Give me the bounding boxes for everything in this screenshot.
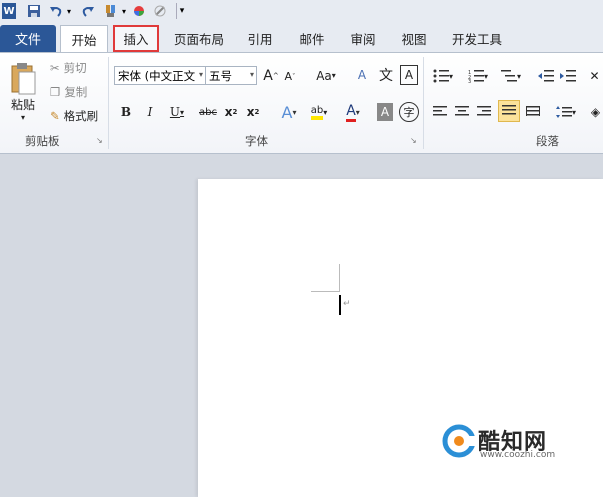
change-case-button[interactable]: Aa ▾ — [313, 66, 339, 85]
color-wheel-icon[interactable] — [132, 3, 146, 19]
grow-font-button[interactable]: A ^ — [262, 66, 280, 85]
underline-button[interactable]: U ▾ — [164, 102, 190, 122]
justify-button[interactable] — [498, 100, 520, 122]
ribbon-home: 粘贴 ▾ ✂ 剪切 ❐ 复制 ✎ 格式刷 剪贴板 ↘ 宋体 (中文正文 ▾ 五号 ▾ A ^… — [0, 52, 603, 154]
clear-format-button[interactable]: A — [352, 65, 372, 85]
superscript-button[interactable]: x2 — [244, 102, 262, 122]
divider — [108, 57, 109, 149]
multilevel-list-button[interactable]: ▾ — [498, 66, 524, 86]
word-app-icon: W — [2, 3, 16, 19]
distribute-button[interactable] — [524, 102, 542, 122]
save-icon[interactable] — [26, 3, 42, 19]
font-launcher-icon[interactable]: ↘ — [410, 136, 417, 145]
increase-indent-button[interactable] — [559, 66, 577, 86]
chinese-layout-button[interactable]: ✕ — [586, 66, 603, 86]
font-color-button[interactable]: A ▾ — [340, 101, 366, 123]
tab-references[interactable]: 引用 — [240, 25, 280, 52]
line-spacing-button[interactable]: ▾ — [553, 102, 579, 122]
distribute-icon — [526, 106, 540, 116]
decrease-indent-button[interactable] — [537, 66, 555, 86]
copy-icon: ❐ — [50, 85, 61, 99]
increase-indent-icon — [560, 70, 576, 82]
paste-icon — [11, 63, 36, 95]
bullets-icon — [433, 69, 449, 83]
tab-home[interactable]: 开始 — [60, 25, 108, 53]
chevron-down-icon: ▾ — [249, 70, 254, 79]
text-cursor — [339, 295, 341, 315]
align-center-button[interactable] — [453, 102, 471, 122]
margin-corner-mark — [339, 264, 340, 292]
char-shading-button[interactable]: A — [377, 103, 393, 121]
text-effects-button[interactable]: A ▾ — [276, 101, 302, 123]
line-spacing-icon — [555, 106, 572, 118]
clipboard-launcher-icon[interactable]: ↘ — [96, 136, 103, 145]
subscript-button[interactable]: x2 — [222, 102, 240, 122]
align-left-icon — [433, 106, 447, 116]
numbering-icon: 123 — [468, 70, 484, 83]
enclose-char-button[interactable]: 字 — [399, 102, 419, 122]
tab-mailings[interactable]: 邮件 — [292, 25, 332, 52]
justify-icon — [502, 105, 516, 115]
qat-dropdown-icon[interactable]: ▾ — [120, 3, 128, 19]
paste-button[interactable]: 粘贴 ▾ — [6, 57, 40, 127]
pen-icon[interactable] — [153, 3, 167, 19]
decrease-indent-icon — [538, 70, 554, 82]
font-group-label: 字体 — [245, 134, 268, 148]
coozhi-logo-icon — [442, 424, 476, 458]
undo-dropdown-icon[interactable]: ▾ — [65, 3, 73, 19]
ribbon-tab-bar: 文件 开始 插入 页面布局 引用 邮件 审阅 视图 开发工具 — [0, 22, 603, 53]
watermark-url: www.coozhi.com — [480, 450, 556, 460]
font-size-combo[interactable]: 五号 ▾ — [205, 66, 257, 85]
format-painter-icon: ✎ — [50, 109, 60, 123]
bold-button[interactable]: B — [117, 102, 135, 122]
paragraph-mark-icon: ↵ — [343, 299, 351, 309]
bullets-button[interactable]: ▾ — [430, 66, 456, 86]
divider — [423, 57, 424, 149]
undo-icon[interactable] — [48, 3, 64, 19]
customize-qat-icon[interactable]: ▾ — [176, 3, 187, 19]
paragraph-group-label: 段落 — [536, 134, 559, 148]
numbering-button[interactable]: 1 2 3 ▾ — [465, 66, 491, 86]
shrink-font-button[interactable]: Aˇ — [282, 68, 298, 85]
redo-icon[interactable] — [80, 3, 96, 19]
align-right-icon — [477, 106, 491, 116]
format-brush-icon[interactable] — [103, 3, 119, 19]
char-border-button[interactable]: A — [400, 65, 418, 85]
cut-button[interactable]: ✂ 剪切 — [50, 59, 87, 77]
clipboard-group-label: 剪贴板 — [25, 134, 60, 148]
tab-insert[interactable]: 插入 — [113, 25, 159, 52]
tab-view[interactable]: 视图 — [394, 25, 434, 52]
strikethrough-button[interactable]: abc — [197, 102, 219, 122]
paste-dropdown-icon[interactable]: ▾ — [21, 113, 25, 122]
font-name-combo[interactable]: 宋体 (中文正文 ▾ — [114, 66, 206, 85]
paste-label: 粘贴 — [10, 98, 35, 112]
tab-page-layout[interactable]: 页面布局 — [168, 25, 230, 52]
copy-button[interactable]: ❐ 复制 — [50, 83, 87, 101]
shading-button[interactable]: ◈ — [588, 102, 603, 122]
margin-corner-mark — [311, 291, 339, 292]
highlight-color-button[interactable]: ab ▾ — [306, 101, 332, 123]
quick-access-toolbar: W ▾ ▾ ▾ — [0, 0, 603, 22]
italic-button[interactable]: I — [141, 102, 159, 122]
scissors-icon: ✂ — [50, 61, 60, 75]
multilevel-list-icon — [500, 70, 517, 82]
tab-review[interactable]: 审阅 — [343, 25, 383, 52]
format-painter-button[interactable]: ✎ 格式刷 — [50, 107, 98, 125]
align-left-button[interactable] — [431, 102, 449, 122]
tab-file[interactable]: 文件 — [0, 25, 56, 52]
phonetic-guide-button[interactable]: 文 — [376, 65, 396, 85]
chevron-down-icon: ▾ — [198, 70, 203, 79]
tab-developer[interactable]: 开发工具 — [446, 25, 508, 52]
svg-text:3: 3 — [468, 79, 471, 83]
align-right-button[interactable] — [475, 102, 493, 122]
align-center-icon — [455, 106, 469, 116]
